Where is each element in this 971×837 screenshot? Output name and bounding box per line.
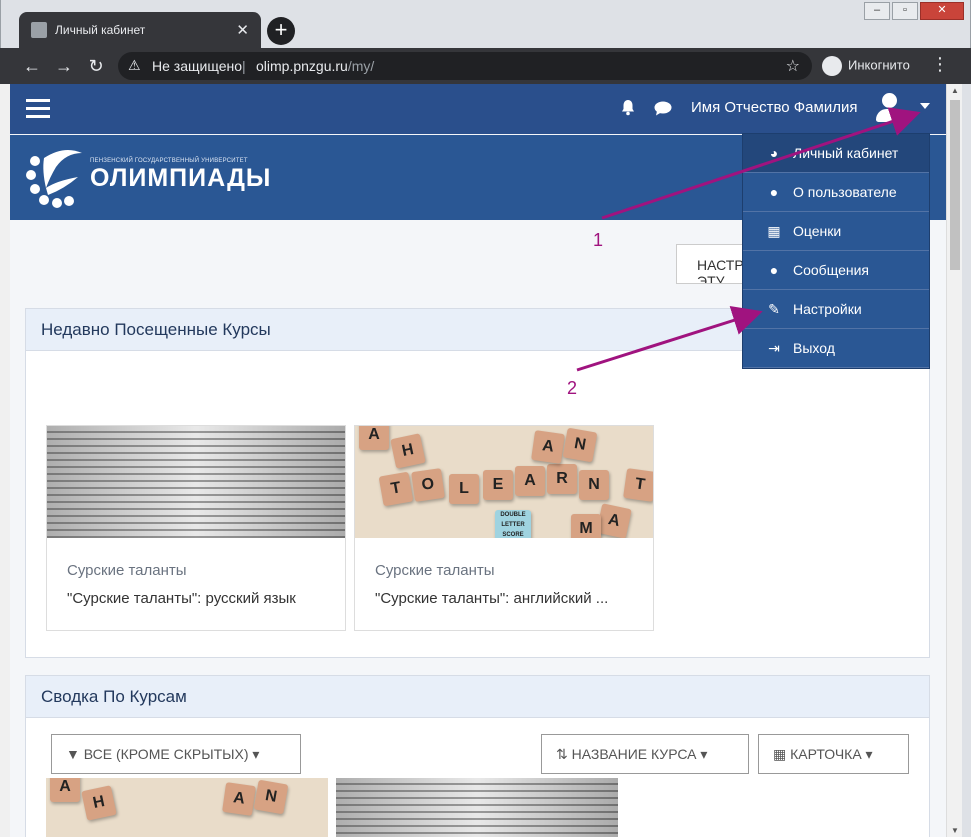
annotation-arrow-2 [576,305,763,372]
annotation-arrows [576,107,921,372]
annotation-label-2: 2 [567,378,578,398]
annotation-label-1: 1 [593,230,604,250]
annotation-arrow-1 [601,107,921,220]
